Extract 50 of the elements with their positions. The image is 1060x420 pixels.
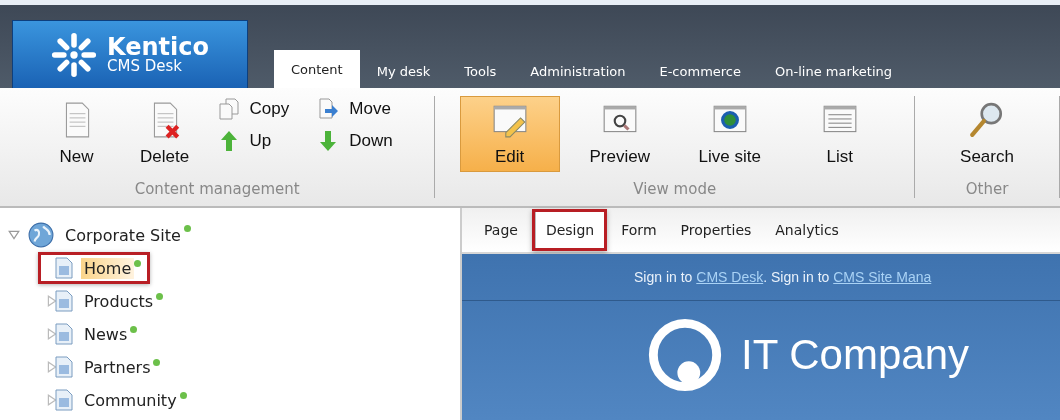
collapse-arrow-icon[interactable] [8, 229, 20, 241]
expand-arrow-icon[interactable] [46, 361, 58, 373]
page-icon [55, 257, 73, 279]
expand-arrow-icon[interactable] [46, 394, 58, 406]
move-icon [317, 98, 340, 120]
ribbon-button[interactable]: Edit [459, 96, 560, 172]
group-title: View mode [633, 180, 717, 198]
page-icon [55, 356, 73, 378]
copy-icon [217, 98, 240, 120]
expand-arrow-icon[interactable] [46, 295, 58, 307]
tree-item[interactable]: Products [81, 290, 157, 312]
expand-arrow-icon[interactable] [46, 328, 58, 340]
page-icon [55, 290, 73, 312]
page-icon [55, 389, 73, 411]
brand-name: Kentico [107, 35, 209, 59]
ribbon-button[interactable]: Move [313, 96, 397, 122]
group-title: Content management [134, 180, 300, 198]
page-tab[interactable]: Form [611, 212, 667, 248]
ribbon-button[interactable]: Preview [569, 96, 670, 172]
ribbon-button[interactable]: Down [313, 128, 397, 154]
page-icon [55, 323, 73, 345]
ribbon-button[interactable]: Live site [679, 96, 780, 172]
ribbon-button[interactable]: New [37, 96, 116, 172]
ribbon-button[interactable]: Search [937, 96, 1037, 172]
tree-item[interactable]: Community [81, 389, 180, 411]
company-name: IT Company [741, 331, 969, 379]
ribbon-button[interactable]: Delete [125, 96, 204, 172]
main-tab[interactable]: On-line marketing [758, 54, 909, 88]
tree-item[interactable]: Home [81, 257, 135, 279]
product-name: CMS Desk [107, 59, 183, 74]
sign-in-text: Sign in to CMS Desk. Sign in to CMS Site Mana [634, 269, 932, 285]
main-tab[interactable]: My desk [359, 54, 448, 88]
main-tab[interactable]: Administration [513, 54, 643, 88]
tree-item[interactable]: Partners [81, 356, 154, 378]
tree-item[interactable]: Corporate Site [62, 224, 184, 246]
globe-icon [28, 222, 54, 248]
main-tab[interactable]: Tools [447, 54, 514, 88]
tree-item[interactable]: News [81, 323, 131, 345]
ribbon-button[interactable]: Copy [213, 96, 294, 122]
main-tab[interactable]: E-commerce [642, 54, 758, 88]
page-tab[interactable]: Properties [670, 212, 762, 248]
group-title: Other [965, 180, 1009, 198]
ribbon-button[interactable]: Up [213, 128, 294, 154]
main-tab[interactable]: Content [274, 50, 360, 88]
company-logo-icon [647, 317, 723, 393]
logo-icon [51, 31, 97, 78]
page-tab[interactable]: Page [474, 212, 528, 248]
page-tab[interactable]: Analytics [765, 212, 849, 248]
ribbon-button[interactable]: List [789, 96, 890, 172]
page-tab[interactable]: Design [534, 212, 605, 248]
